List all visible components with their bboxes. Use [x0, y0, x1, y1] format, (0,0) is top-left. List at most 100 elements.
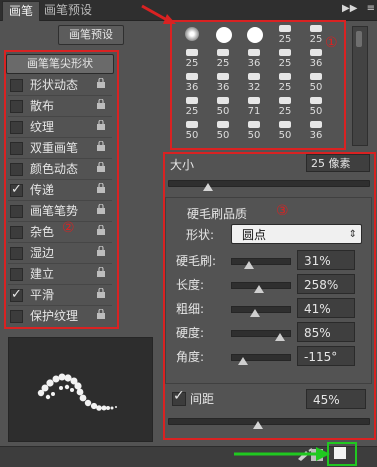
param-value-input[interactable]: -115° — [297, 346, 355, 366]
setting-checkbox[interactable] — [10, 100, 23, 113]
brush-setting-item[interactable]: 湿边 — [8, 243, 112, 263]
brush-tip-cell[interactable]: 50 — [302, 96, 330, 117]
brush-size-label: 25 — [216, 58, 230, 69]
size-slider-thumb[interactable] — [203, 183, 213, 191]
brush-tip-cell[interactable] — [209, 24, 237, 44]
param-value-input[interactable]: 31% — [297, 250, 355, 270]
brush-tip-cell[interactable]: 36 — [209, 72, 237, 93]
param-value-input[interactable]: 41% — [297, 298, 355, 318]
brush-setting-item[interactable]: 画笔笔势 — [8, 201, 112, 221]
brush-setting-item[interactable]: 传递 — [8, 180, 112, 200]
setting-label: 杂色 — [30, 225, 55, 239]
brush-tip-cell[interactable]: 50 — [271, 120, 299, 141]
brush-tip-cell[interactable]: 25 — [271, 96, 299, 117]
brush-tip-cell[interactable]: 36 — [302, 120, 330, 141]
brush-setting-item[interactable]: 纹理 — [8, 117, 112, 137]
brush-tip-cell[interactable]: 50 — [209, 96, 237, 117]
lock-icon[interactable] — [96, 141, 106, 151]
shape-dropdown[interactable]: 圆点 ⇕ — [231, 224, 362, 244]
setting-checkbox[interactable] — [10, 121, 23, 134]
setting-checkbox[interactable] — [10, 205, 23, 218]
setting-checkbox[interactable] — [10, 163, 23, 176]
brush-tip-icon — [310, 97, 322, 104]
brush-tip-cell[interactable]: 32 — [240, 72, 268, 93]
brush-tip-cell[interactable]: 71 — [240, 96, 268, 117]
lock-icon[interactable] — [96, 267, 106, 277]
brush-setting-item[interactable]: 保护纹理 — [8, 306, 112, 326]
setting-checkbox[interactable] — [10, 79, 23, 92]
lock-icon[interactable] — [96, 225, 106, 235]
brush-tip-cell[interactable]: 50 — [240, 120, 268, 141]
brush-tip-shape-header[interactable]: 画笔笔尖形状 — [6, 54, 114, 74]
brush-tip-cell[interactable]: 36 — [302, 48, 330, 69]
lock-icon[interactable] — [96, 183, 106, 193]
lock-icon[interactable] — [96, 78, 106, 88]
param-value-input[interactable]: 258% — [297, 274, 355, 294]
lock-icon[interactable] — [96, 204, 106, 214]
param-slider-thumb[interactable] — [254, 285, 264, 293]
brush-tip-cell[interactable] — [240, 24, 268, 44]
tab-brush-presets[interactable]: 画笔预设 — [38, 1, 98, 20]
spacing-value[interactable]: 45% — [306, 389, 366, 409]
param-slider-track[interactable] — [231, 306, 291, 313]
annotation-1: ① — [325, 35, 338, 51]
lock-icon[interactable] — [96, 288, 106, 298]
setting-checkbox[interactable] — [10, 180, 23, 200]
brush-tip-icon — [248, 97, 260, 104]
size-slider-track[interactable] — [168, 180, 370, 187]
param-value-input[interactable]: 85% — [297, 322, 355, 342]
expand-icon[interactable]: ▶▶ — [342, 3, 357, 14]
setting-checkbox[interactable] — [10, 247, 23, 260]
scrollbar-thumb[interactable] — [356, 31, 362, 47]
brush-setting-item[interactable]: 杂色 — [8, 222, 112, 242]
brush-setting-item[interactable]: 双重画笔 — [8, 138, 112, 158]
param-slider-thumb[interactable] — [238, 357, 248, 365]
setting-checkbox[interactable] — [10, 285, 23, 305]
lock-icon[interactable] — [96, 162, 106, 172]
brush-tip-cell[interactable]: 25 — [178, 48, 206, 69]
brush-presets-button[interactable]: 画笔预设 — [58, 25, 124, 45]
setting-checkbox[interactable] — [10, 310, 23, 323]
brush-setting-item[interactable]: 颜色动态 — [8, 159, 112, 179]
spacing-slider-thumb[interactable] — [253, 421, 263, 429]
lock-icon[interactable] — [96, 246, 106, 256]
size-input[interactable]: 25 像素 — [306, 154, 370, 172]
brush-setting-item[interactable]: 平滑 — [8, 285, 112, 305]
brush-size-label: 36 — [309, 130, 323, 141]
lock-icon[interactable] — [96, 120, 106, 130]
spacing-slider-track[interactable] — [168, 418, 370, 425]
brush-size-label: 25 — [185, 106, 199, 117]
brush-tip-icon — [279, 121, 291, 128]
brush-tip-cell[interactable]: 36 — [240, 48, 268, 69]
brush-tip-cell[interactable]: 50 — [302, 72, 330, 93]
brush-tip-icon — [217, 121, 229, 128]
brush-tip-cell[interactable]: 50 — [209, 120, 237, 141]
brush-tip-cell[interactable]: 25 — [178, 96, 206, 117]
brush-tip-cell[interactable]: 25 — [271, 48, 299, 69]
lock-icon[interactable] — [96, 309, 106, 319]
brush-setting-item[interactable]: 形状动态 — [8, 75, 112, 95]
spacing-checkbox[interactable] — [172, 388, 186, 406]
panel-menu-icons[interactable]: ▶▶ ≡ — [335, 3, 375, 17]
menu-icon[interactable]: ≡ — [367, 3, 375, 14]
setting-checkbox[interactable] — [10, 142, 23, 155]
param-slider-track[interactable] — [231, 258, 291, 265]
tab-brush[interactable]: 画笔 — [2, 1, 41, 21]
param-slider-thumb[interactable] — [275, 333, 285, 341]
create-new-brush-icon[interactable] — [334, 447, 346, 459]
lock-icon[interactable] — [96, 99, 106, 109]
brush-tip-cell[interactable]: 25 — [209, 48, 237, 69]
brush-setting-item[interactable]: 建立 — [8, 264, 112, 284]
param-slider-thumb[interactable] — [250, 309, 260, 317]
param-slider-thumb[interactable] — [244, 261, 254, 269]
brush-tip-cell[interactable] — [178, 24, 206, 44]
brush-tip-cell[interactable]: 50 — [178, 120, 206, 141]
setting-checkbox[interactable] — [10, 226, 23, 239]
brush-tip-cell[interactable]: 36 — [178, 72, 206, 93]
setting-label: 传递 — [30, 183, 55, 197]
brush-tip-cell[interactable]: 25 — [271, 72, 299, 93]
annotation-3: ③ — [276, 203, 289, 219]
brush-tip-cell[interactable]: 25 — [271, 24, 299, 45]
brush-setting-item[interactable]: 散布 — [8, 96, 112, 116]
setting-checkbox[interactable] — [10, 268, 23, 281]
